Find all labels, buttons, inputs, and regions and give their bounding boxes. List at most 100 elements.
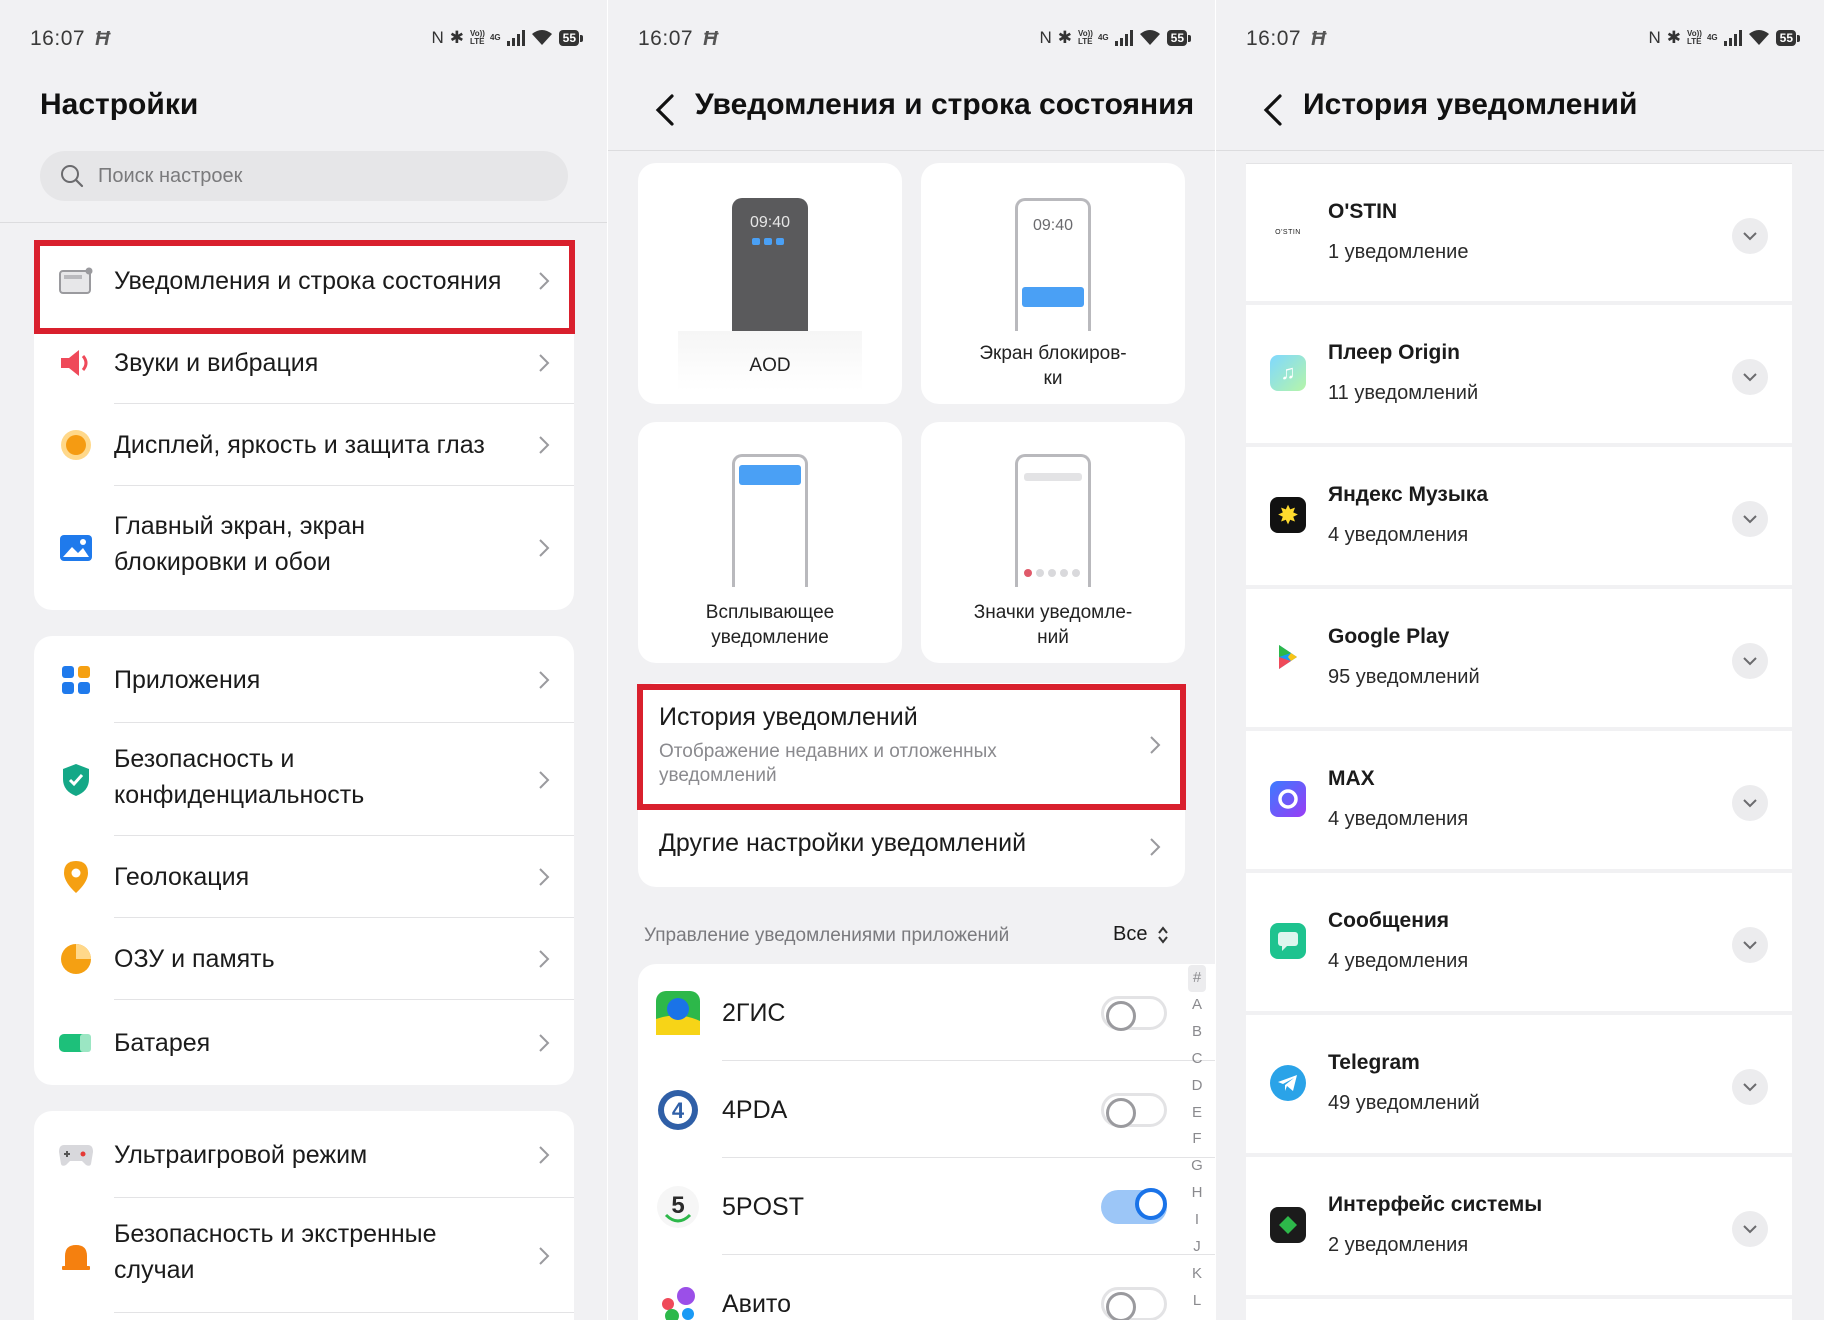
expand-chevron-icon[interactable] [1732, 643, 1768, 679]
alphabet-letter[interactable]: K [1188, 1261, 1206, 1288]
alphabet-letter[interactable]: H [1188, 1180, 1206, 1207]
settings-item-label-line2: конфиденциальность [114, 781, 365, 809]
settings-item-label: Батарея [114, 1028, 211, 1057]
network-type-icon: 4G [1706, 33, 1718, 42]
tile-aod[interactable]: 09:40 AOD [638, 163, 902, 404]
alphabet-letter[interactable]: E [1188, 1100, 1206, 1127]
notification-count: 1 уведомление [1328, 241, 1469, 263]
search-input[interactable] [98, 164, 498, 188]
alphabet-index[interactable]: # A B C D E F G H I J K L [1188, 965, 1206, 1315]
alphabet-letter[interactable]: B [1188, 1019, 1206, 1046]
tile-label-line2: уведомление [711, 627, 829, 648]
tile-popup[interactable]: Всплывающее уведомление [638, 422, 902, 663]
app-row[interactable]: 5 5POST [638, 1158, 1215, 1255]
settings-item-sounds[interactable]: Звуки и вибрация [34, 322, 574, 404]
expand-chevron-icon[interactable] [1732, 927, 1768, 963]
app-name: 5POST [722, 1192, 804, 1221]
2gis-app-icon [656, 990, 700, 1035]
chevron-right-icon [539, 272, 550, 290]
history-item-origin[interactable]: ♫ Плеер Origin 11 уведомлений [1246, 305, 1792, 443]
settings-item-security-privacy[interactable]: Безопасность и конфиденциальность [34, 723, 574, 836]
expand-chevron-icon[interactable] [1732, 359, 1768, 395]
expand-chevron-icon[interactable] [1732, 1069, 1768, 1105]
section-label: Управление уведомлениями приложений [644, 925, 1010, 946]
alphabet-letter[interactable]: D [1188, 1073, 1206, 1100]
hz-icon: Ħ [1311, 28, 1327, 50]
tile-badges[interactable]: Значки уведомле- ний [921, 422, 1185, 663]
history-item-partial [1246, 1299, 1792, 1320]
battery-status-icon: 55 [558, 30, 584, 46]
history-item-messages[interactable]: Сообщения 4 уведомления [1246, 873, 1792, 1011]
app-name: Авито [722, 1289, 791, 1318]
history-item-telegram[interactable]: Telegram 49 уведомлений [1246, 1015, 1792, 1153]
app-row[interactable]: 4 4PDA [638, 1061, 1215, 1158]
settings-item-home-screen[interactable]: Главный экран, экран блокировки и обои [34, 486, 574, 610]
settings-group-3: Ультраигровой режим Безопасность и экстр… [34, 1111, 574, 1320]
app-name: Google Play [1328, 625, 1450, 648]
history-item-google-play[interactable]: Google Play 95 уведомлений [1246, 589, 1792, 727]
back-arrow-icon[interactable] [1254, 90, 1294, 130]
chevron-right-icon [539, 1246, 550, 1265]
history-item-ostin[interactable]: O'STIN O'STIN 1 уведомление [1246, 163, 1792, 301]
history-item-yandex-music[interactable]: ✸ Яндекс Музыка 4 уведомления [1246, 447, 1792, 585]
back-arrow-icon[interactable] [646, 90, 686, 130]
expand-chevron-icon[interactable] [1732, 218, 1768, 254]
tile-label-line1: Всплывающее [705, 602, 835, 623]
settings-item-label-line1: Безопасность и экстренные [114, 1220, 437, 1248]
apps-icon [58, 662, 94, 698]
settings-item-label: Звуки и вибрация [114, 349, 319, 377]
history-item-max[interactable]: MAX 4 уведомления [1246, 731, 1792, 869]
location-icon [58, 859, 94, 895]
svg-text:4: 4 [672, 1098, 685, 1123]
settings-item-label-line2: случаи [114, 1256, 195, 1284]
settings-item-display[interactable]: Дисплей, яркость и защита глаз [34, 404, 574, 486]
notification-count: 11 уведомлений [1328, 382, 1479, 404]
tile-lock-screen[interactable]: 09:40 Экран блокиров- ки [921, 163, 1185, 404]
settings-screen: 16:07 Ħ N ✱ Vo)) LTE 4G 55 Настройки Увед… [0, 0, 607, 1320]
chevron-right-icon [539, 436, 550, 454]
page-title: Настройки [40, 88, 199, 121]
search-bar[interactable] [40, 151, 568, 201]
status-bar: 16:07 Ħ N ✱ Vo)) LTE 4G 55 [0, 0, 607, 80]
4pda-app-icon: 4 [656, 1088, 700, 1132]
expand-chevron-icon[interactable] [1732, 1211, 1768, 1247]
alphabet-letter[interactable]: A [1188, 992, 1206, 1019]
notification-history-item[interactable]: История уведомлений Отображение недавних… [638, 683, 1185, 807]
alphabet-letter[interactable]: L [1188, 1288, 1206, 1315]
alphabet-letter[interactable]: I [1188, 1207, 1206, 1234]
settings-item-memory[interactable]: ОЗУ и память [34, 918, 574, 1000]
notification-count: 4 уведомления [1328, 950, 1469, 972]
app-notification-toggle[interactable] [1101, 1286, 1167, 1320]
history-item-system-ui[interactable]: Интерфейс системы 2 уведомления [1246, 1157, 1792, 1295]
expand-chevron-icon[interactable] [1732, 501, 1768, 537]
app-notification-toggle[interactable] [1101, 1092, 1167, 1128]
expand-chevron-icon[interactable] [1732, 785, 1768, 821]
alphabet-letter[interactable]: C [1188, 1046, 1206, 1073]
settings-item-battery[interactable]: Батарея [34, 1000, 574, 1085]
app-row[interactable]: Авито [638, 1255, 1215, 1320]
app-notification-toggle[interactable] [1101, 995, 1167, 1031]
notification-count: 49 уведомлений [1328, 1092, 1480, 1114]
nfc-icon: N [1039, 28, 1052, 47]
filter-dropdown[interactable]: Все [1113, 923, 1169, 946]
app-notification-toggle[interactable] [1101, 1187, 1167, 1224]
settings-item-apps[interactable]: Приложения [34, 636, 574, 723]
alphabet-letter[interactable]: G [1188, 1153, 1206, 1180]
settings-item-label: Геолокация [114, 863, 250, 891]
tile-label-line2: ки [1043, 368, 1063, 389]
notification-count: 4 уведомления [1328, 524, 1469, 546]
settings-item-emergency[interactable]: Безопасность и экстренные случаи [34, 1198, 574, 1313]
settings-item-notifications[interactable]: Уведомления и строка состояния [34, 240, 574, 322]
hz-icon: Ħ [703, 28, 719, 50]
alphabet-letter[interactable]: J [1188, 1234, 1206, 1261]
other-notification-settings-item[interactable]: Другие настройки уведомлений [638, 807, 1185, 887]
wifi-icon [1748, 30, 1769, 45]
settings-item-game-mode[interactable]: Ультраигровой режим [34, 1111, 574, 1198]
app-row[interactable]: 2ГИС [638, 964, 1215, 1061]
page-title: Уведомления и строка состояния [695, 88, 1195, 121]
alphabet-letter[interactable]: # [1188, 965, 1206, 992]
alphabet-letter[interactable]: F [1188, 1126, 1206, 1153]
settings-item-location[interactable]: Геолокация [34, 836, 574, 918]
notification-count: 95 уведомлений [1328, 666, 1480, 688]
notification-bar-icon [58, 263, 94, 299]
